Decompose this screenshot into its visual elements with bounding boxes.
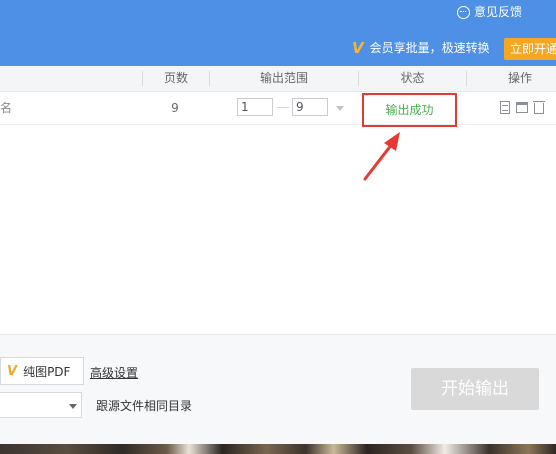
chevron-down-icon [69,404,77,409]
range-end-input[interactable] [292,98,328,116]
range-dropdown-icon[interactable] [336,106,344,111]
top-bar: 意见反馈 V 会员享批量，极速转换 立即开通 [0,0,556,66]
file-name: 名 [0,101,13,115]
header-status: 状态 [400,71,425,85]
output-dir-select[interactable] [0,392,82,418]
pure-image-pdf-option[interactable]: V 纯图PDF [0,357,84,385]
advanced-settings-link[interactable]: 高级设置 [90,364,138,381]
feedback-chat-icon [456,5,470,19]
vip-promo-text: 会员享批量，极速转换 [369,41,490,55]
table-row[interactable]: 名 9 [0,92,556,125]
table-header: 页数 输出范围 状态 操作 [0,66,556,92]
vip-v-icon: V [352,39,364,57]
header-pages: 页数 [163,71,188,85]
vip-promo: V 会员享批量，极速转换 [352,40,490,56]
open-vip-button[interactable]: 立即开通 [504,38,556,60]
open-folder-icon[interactable] [516,102,528,113]
vip-badge-icon: V [7,363,18,379]
delete-icon[interactable] [533,101,545,114]
range-start-input[interactable] [237,98,273,116]
background-photo [0,444,556,454]
row-actions [500,101,545,114]
header-range: 输出范围 [259,71,308,85]
page-count: 9 [171,101,179,115]
annotation-arrow-icon [363,132,400,181]
status-success: 输出成功 [362,93,457,127]
pure-pdf-label: 纯图PDF [23,364,71,379]
range-separator [277,107,289,108]
feedback-link[interactable]: 意见反馈 [456,4,522,20]
open-file-icon[interactable] [500,101,510,114]
header-ops: 操作 [507,71,532,85]
feedback-label: 意见反馈 [473,5,522,19]
output-dir-label: 跟源文件相同目录 [96,399,193,413]
start-output-button[interactable]: 开始输出 [411,368,539,410]
